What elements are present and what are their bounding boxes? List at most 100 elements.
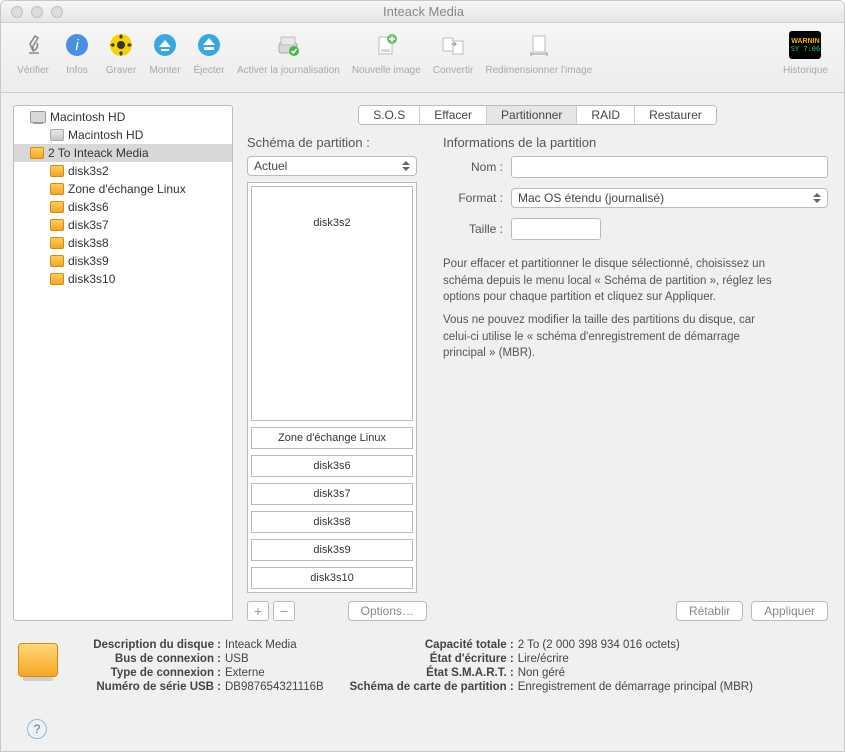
eject-button[interactable]: Éjecter	[187, 29, 231, 76]
tab-raid[interactable]: RAID	[577, 106, 635, 124]
name-field[interactable]	[511, 156, 828, 178]
sidebar-item-label: Macintosh HD	[50, 110, 125, 124]
sidebar-item-6[interactable]: disk3s7	[14, 216, 232, 234]
partition-info-heading: Informations de la partition	[443, 135, 828, 150]
partition-block[interactable]: disk3s8	[251, 511, 413, 533]
scheme-dropdown[interactable]: Actuel	[247, 156, 417, 176]
titlebar: Inteack Media	[1, 1, 844, 23]
sidebar-item-1[interactable]: Macintosh HD	[14, 126, 232, 144]
new-image-button[interactable]: Nouvelle image	[346, 29, 427, 76]
new-image-icon	[370, 29, 402, 61]
external-volume-icon	[50, 219, 64, 231]
info-key: État d'écriture :	[344, 653, 514, 665]
sidebar-item-label: disk3s6	[68, 200, 109, 214]
info-button[interactable]: i Infos	[55, 29, 99, 76]
journaling-icon	[272, 29, 304, 61]
info-value: 2 To (2 000 398 934 016 octets)	[518, 639, 680, 651]
sidebar-item-0[interactable]: Macintosh HD	[14, 108, 232, 126]
close-window-button[interactable]	[11, 6, 23, 18]
main-panel: S.O.SEffacerPartitionnerRAIDRestaurer Sc…	[243, 105, 832, 621]
sidebar-item-label: 2 To Inteack Media	[48, 146, 149, 160]
help-text-1: Pour effacer et partitionner le disque s…	[443, 256, 783, 306]
disk-list[interactable]: Macintosh HD Macintosh HD 2 To Inteack Med…	[13, 105, 233, 621]
partition-block[interactable]: Zone d'échange Linux	[251, 427, 413, 449]
info-row: État d'écriture :Lire/écrire	[344, 653, 753, 665]
eject-icon	[193, 29, 225, 61]
toolbar: Vérifier i Infos Graver Monter Éjecter	[1, 23, 844, 93]
help-text-2: Vous ne pouvez modifier la taille des pa…	[443, 312, 783, 362]
sidebar-item-label: disk3s10	[68, 272, 115, 286]
mount-icon	[149, 29, 181, 61]
sidebar-item-8[interactable]: disk3s9	[14, 252, 232, 270]
format-dropdown[interactable]: Mac OS étendu (journalisé)	[511, 188, 828, 208]
size-label: Taille :	[443, 222, 503, 236]
tab-restaurer[interactable]: Restaurer	[635, 106, 716, 124]
enable-journaling-button[interactable]: Activer la journalisation	[231, 29, 346, 76]
partition-layout[interactable]: disk3s2 Zone d'échange Linux disk3s6 disk3s…	[247, 182, 417, 593]
remove-partition-button[interactable]: −	[273, 601, 295, 621]
sidebar-item-label: disk3s9	[68, 254, 109, 268]
scheme-heading: Schéma de partition :	[247, 135, 427, 150]
sidebar-item-4[interactable]: Zone d'échange Linux	[14, 180, 232, 198]
options-button[interactable]: Options…	[348, 601, 427, 621]
sidebar-item-7[interactable]: disk3s8	[14, 234, 232, 252]
convert-icon	[437, 29, 469, 61]
external-volume-icon	[50, 183, 64, 195]
sidebar-item-9[interactable]: disk3s10	[14, 270, 232, 288]
sidebar-item-3[interactable]: disk3s2	[14, 162, 232, 180]
sidebar-item-label: Macintosh HD	[68, 128, 143, 142]
info-value: Enregistrement de démarrage principal (M…	[518, 681, 753, 693]
resize-icon	[523, 29, 555, 61]
info-key: Schéma de carte de partition :	[344, 681, 514, 693]
info-value: Externe	[225, 667, 265, 679]
tab-partitionner[interactable]: Partitionner	[487, 106, 577, 124]
external-volume-icon	[30, 147, 44, 159]
info-value: Non géré	[518, 667, 565, 679]
partition-block[interactable]: disk3s9	[251, 539, 413, 561]
sidebar-item-2[interactable]: 2 To Inteack Media	[14, 144, 232, 162]
partition-block[interactable]: disk3s7	[251, 483, 413, 505]
tab-sos[interactable]: S.O.S	[359, 106, 420, 124]
external-volume-icon	[50, 237, 64, 249]
name-label: Nom :	[443, 160, 503, 174]
external-volume-icon	[50, 255, 64, 267]
footer: ? Description du disque :Inteack MediaBu…	[1, 633, 844, 749]
sidebar-item-label: disk3s8	[68, 236, 109, 250]
info-row: Type de connexion : Externe	[71, 667, 324, 679]
zoom-window-button[interactable]	[51, 6, 63, 18]
add-partition-button[interactable]: +	[247, 601, 269, 621]
info-key: État S.M.A.R.T. :	[344, 667, 514, 679]
window-controls	[1, 6, 63, 18]
help-button[interactable]: ?	[27, 719, 47, 739]
burn-icon	[105, 29, 137, 61]
partition-block[interactable]: disk3s6	[251, 455, 413, 477]
verify-button[interactable]: Vérifier	[11, 29, 55, 76]
sidebar-item-5[interactable]: disk3s6	[14, 198, 232, 216]
info-key: Type de connexion :	[71, 667, 221, 679]
size-field[interactable]	[511, 218, 601, 240]
partition-block[interactable]: disk3s10	[251, 567, 413, 589]
tab-effacer[interactable]: Effacer	[420, 106, 487, 124]
content-area: Macintosh HD Macintosh HD 2 To Inteack Med…	[1, 93, 844, 633]
window-title: Inteack Media	[63, 4, 784, 19]
resize-image-button[interactable]: Redimensionner l'image	[479, 29, 598, 76]
partition-block[interactable]: disk3s2	[251, 186, 413, 421]
sidebar-item-label: disk3s7	[68, 218, 109, 232]
minimize-window-button[interactable]	[31, 6, 43, 18]
apply-button[interactable]: Appliquer	[751, 601, 828, 621]
external-volume-icon	[50, 273, 64, 285]
microscope-icon	[17, 29, 49, 61]
disk-utility-window: Inteack Media Vérifier i Infos Graver	[0, 0, 845, 752]
history-button[interactable]: WARNINSY 7:06 Historique	[777, 29, 834, 76]
mount-button[interactable]: Monter	[143, 29, 187, 76]
disk-icon	[15, 639, 61, 681]
convert-button[interactable]: Convertir	[427, 29, 480, 76]
sidebar-item-label: Zone d'échange Linux	[68, 182, 186, 196]
info-key: Description du disque :	[71, 639, 221, 651]
info-row: Schéma de carte de partition : Enregistre…	[344, 681, 753, 693]
volume-icon	[50, 129, 64, 141]
revert-button[interactable]: Rétablir	[676, 601, 743, 621]
burn-button[interactable]: Graver	[99, 29, 143, 76]
info-value: USB	[225, 653, 249, 665]
partition-panel: Schéma de partition : Actuel disk3s2 Zone…	[243, 135, 832, 621]
